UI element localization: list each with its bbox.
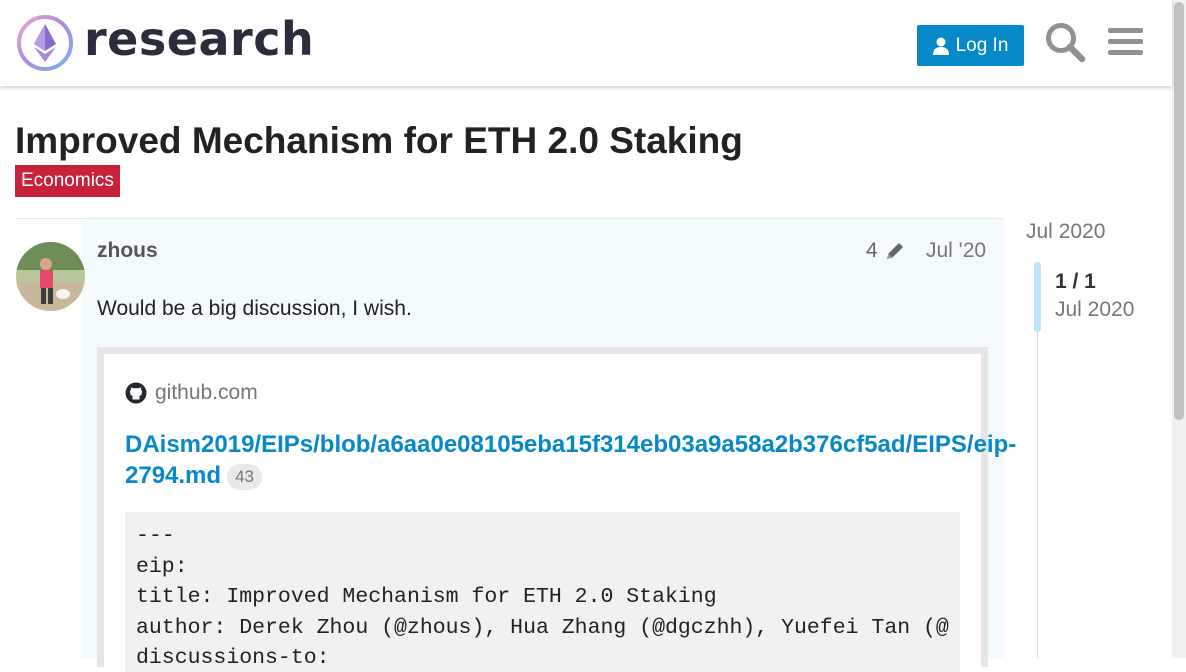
post-date[interactable]: Jul '20 xyxy=(926,239,986,263)
edit-count: 4 xyxy=(866,239,878,262)
category-badge[interactable]: Economics xyxy=(15,165,120,197)
code-line: author: Derek Zhou (@zhous), Hua Zhang (… xyxy=(136,616,949,640)
code-block: --- eip: title: Improved Mechanism for E… xyxy=(125,512,960,672)
onebox-source-label: github.com xyxy=(155,381,258,404)
login-label: Log In xyxy=(955,34,1009,56)
onebox-content: github.com DAism2019/EIPs/blob/a6aa0e081… xyxy=(104,354,1016,672)
code-line: --- xyxy=(136,524,175,548)
code-line: discussions-to: xyxy=(136,646,330,670)
github-icon xyxy=(125,382,147,404)
onebox-link[interactable]: DAism2019/EIPs/blob/a6aa0e08105eba15f314… xyxy=(125,429,1016,491)
timeline-post-count: 1 / 1 xyxy=(1055,270,1096,293)
ethereum-research-logo[interactable] xyxy=(16,14,74,72)
edit-history-button[interactable]: 4 xyxy=(866,239,906,263)
post-text: Would be a big discussion, I wish. xyxy=(97,297,412,320)
topic-title[interactable]: Improved Mechanism for ETH 2.0 Staking xyxy=(15,120,743,162)
onebox-source[interactable]: github.com xyxy=(125,381,258,405)
site-header: research Log In xyxy=(0,0,1172,86)
scrollbar-thumb[interactable] xyxy=(1174,2,1184,420)
github-onebox: github.com DAism2019/EIPs/blob/a6aa0e081… xyxy=(97,347,1016,672)
click-count-badge: 43 xyxy=(227,463,262,490)
code-line: title: Improved Mechanism for ETH 2.0 St… xyxy=(136,585,717,609)
timeline-current-date: Jul 2020 xyxy=(1055,298,1135,321)
search-icon[interactable] xyxy=(1044,21,1086,63)
user-icon xyxy=(932,37,949,55)
pencil-icon xyxy=(886,243,903,259)
avatar[interactable] xyxy=(16,242,85,311)
hamburger-menu-icon[interactable] xyxy=(1105,21,1147,63)
site-name[interactable]: research xyxy=(84,12,314,66)
timeline-start-date[interactable]: Jul 2020 xyxy=(1026,220,1105,244)
timeline-scroll-handle[interactable] xyxy=(1034,262,1041,332)
login-button[interactable]: Log In xyxy=(917,25,1024,66)
post-username[interactable]: zhous xyxy=(97,239,158,263)
code-line: eip: xyxy=(136,555,188,579)
page-scrollbar[interactable] xyxy=(1172,0,1186,658)
